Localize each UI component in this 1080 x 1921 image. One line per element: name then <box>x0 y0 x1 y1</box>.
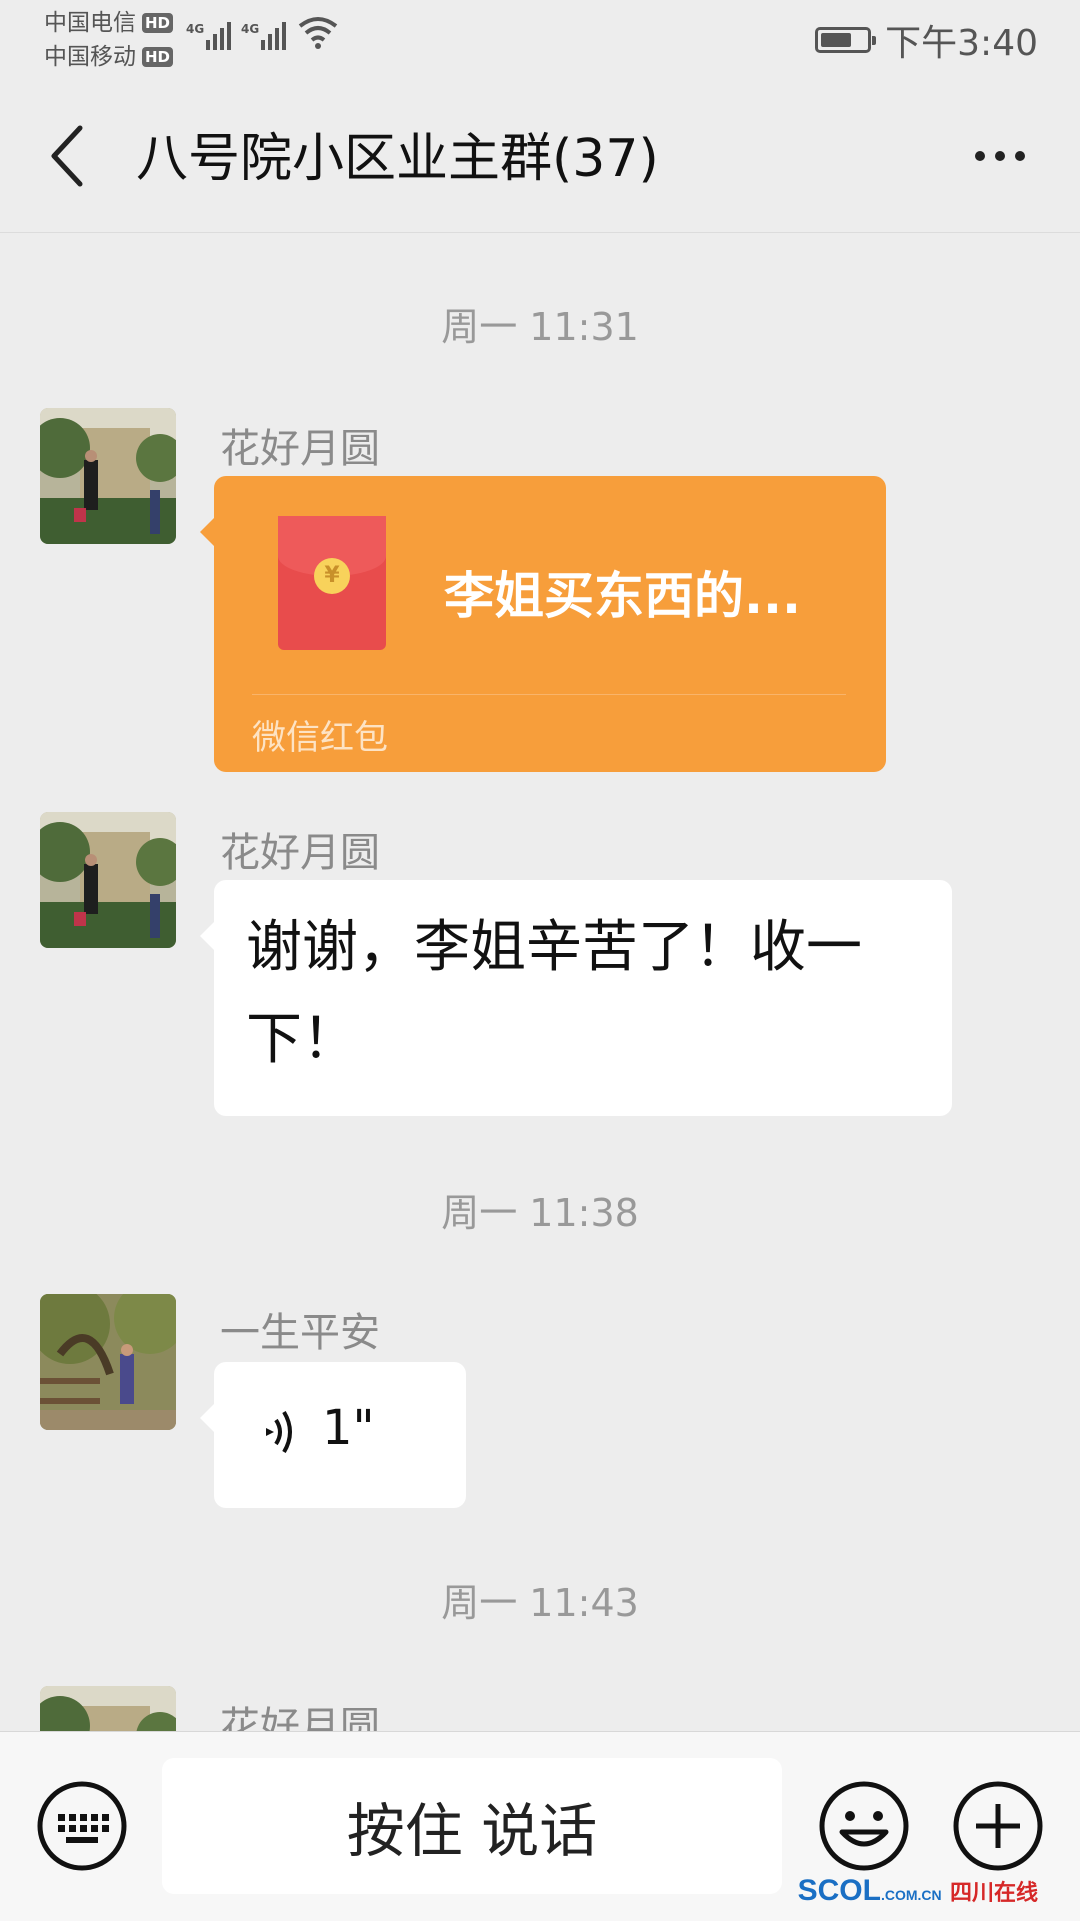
hold-to-talk-button[interactable]: 按住 说话 <box>162 1758 782 1894</box>
chat-title: 八号院小区业主群(37) <box>136 129 659 189</box>
watermark-brand: SCOL <box>797 1874 881 1907</box>
chat-header: 八号院小区业主群(37) <box>0 80 1080 233</box>
voice-icon <box>266 1410 292 1454</box>
avatar[interactable] <box>40 1294 176 1430</box>
avatar[interactable] <box>40 408 176 544</box>
sender-name: 花好月圆 <box>220 426 380 472</box>
signal-1-icon: 4G <box>186 22 231 50</box>
carrier-2-name: 中国移动 <box>44 44 136 70</box>
red-packet-icon: ¥ <box>278 516 386 650</box>
sender-name: 花好月圆 <box>220 830 380 876</box>
status-bar: 中国电信 HD 中国移动 HD 4G 4G 下午3:40 <box>0 0 1080 80</box>
voice-message[interactable]: 1" <box>200 1362 466 1508</box>
hd-badge-2: HD <box>142 47 174 67</box>
avatar[interactable] <box>40 812 176 948</box>
watermark-domain: .COM.CN <box>880 1887 942 1903</box>
back-arrow-icon[interactable] <box>40 114 100 198</box>
timestamp: 周一 11:43 <box>441 1581 639 1625</box>
signal-indicators: 4G 4G <box>186 14 340 50</box>
network-type-2: 4G <box>241 22 260 36</box>
keyboard-icon[interactable] <box>36 1780 128 1872</box>
hd-badge-1: HD <box>142 13 174 33</box>
more-options-icon[interactable] <box>960 130 1040 182</box>
timestamp: 周一 11:38 <box>441 1191 639 1235</box>
status-clock: 下午3:40 <box>885 23 1038 64</box>
watermark-name: 四川在线 <box>949 1880 1038 1905</box>
network-type-1: 4G <box>186 22 205 36</box>
red-packet-label: 微信红包 <box>252 718 388 758</box>
message-text: 谢谢，李姐辛苦了！收一下！ <box>246 915 862 1072</box>
voice-duration: 1" <box>322 1400 375 1456</box>
carrier-info: 中国电信 HD 中国移动 HD <box>44 6 174 74</box>
battery-icon <box>815 27 877 53</box>
divider <box>252 694 846 695</box>
carrier-1-name: 中国电信 <box>44 10 136 36</box>
red-packet-message[interactable]: ¥ 李姐买东西的... 微信红包 <box>200 476 886 772</box>
watermark: SCOL.COM.CN 四川在线 <box>798 1874 1038 1908</box>
emoji-icon[interactable] <box>818 1780 910 1872</box>
sender-name: 一生平安 <box>220 1310 380 1356</box>
timestamp: 周一 11:31 <box>441 305 639 349</box>
wifi-icon <box>298 17 338 49</box>
plus-icon[interactable] <box>952 1780 1044 1872</box>
text-message[interactable]: 谢谢，李姐辛苦了！收一下！ <box>200 880 952 1116</box>
red-packet-title: 李姐买东西的... <box>444 567 801 625</box>
signal-2-icon: 4G <box>241 22 286 50</box>
